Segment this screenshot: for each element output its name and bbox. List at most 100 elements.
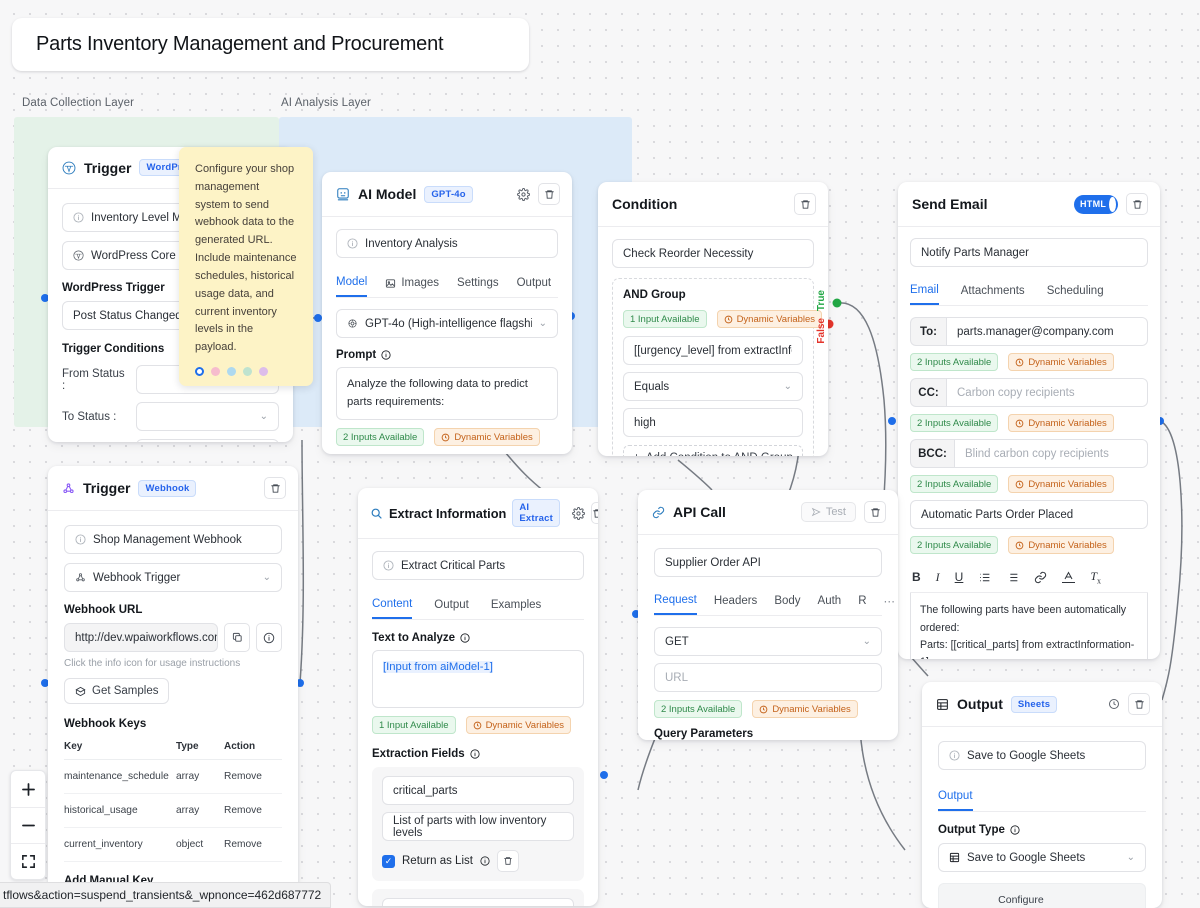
dynamic-variables-pill[interactable]: Dynamic Variables <box>434 428 540 446</box>
api-url-input[interactable]: URL <box>654 663 882 692</box>
email-tabs[interactable]: Email Attachments Scheduling <box>910 278 1148 306</box>
zoom-out-button[interactable] <box>11 807 45 843</box>
prompt-textarea[interactable]: Analyze the following data to predict pa… <box>336 367 558 420</box>
workflow-canvas[interactable]: Data Collection Layer AI Analysis Layer <box>0 0 1200 908</box>
tab-output[interactable]: Output <box>938 784 973 811</box>
bold-icon[interactable]: B <box>912 570 921 584</box>
post-type-select[interactable]: ⌄ <box>136 439 279 442</box>
ordered-list-icon[interactable] <box>978 571 991 584</box>
test-button[interactable]: Test <box>800 502 856 522</box>
delete-field-button[interactable] <box>496 850 519 872</box>
tab-response[interactable]: R <box>858 589 866 614</box>
api-name-field[interactable]: Supplier Order API <box>654 548 882 577</box>
tab-headers[interactable]: Headers <box>714 589 757 614</box>
add-condition-button[interactable]: + Add Condition to AND Group <box>623 445 803 456</box>
output-tabs[interactable]: Output <box>938 784 1146 812</box>
italic-icon[interactable]: I <box>936 570 940 585</box>
underline-icon[interactable]: U <box>955 570 964 584</box>
link-icon[interactable] <box>1034 571 1047 584</box>
remove-key-button[interactable]: Remove <box>224 793 282 828</box>
tab-body[interactable]: Body <box>774 589 800 614</box>
tab-auth[interactable]: Auth <box>818 589 842 614</box>
dynamic-variables-pill[interactable]: Dynamic Variables <box>752 700 858 718</box>
delete-node-button[interactable] <box>264 477 286 499</box>
to-input[interactable]: parts.manager@company.com <box>946 317 1148 346</box>
output-name-field[interactable]: Save to Google Sheets <box>938 741 1146 770</box>
node-condition[interactable]: Condition Check Reorder Necessity AND Gr… <box>598 182 828 456</box>
tooltip-dot-4[interactable] <box>243 366 252 376</box>
model-select[interactable]: GPT-4o (High-intelligence flagship model… <box>336 309 558 338</box>
node-extract-information[interactable]: Extract Information AI Extract Extract C… <box>358 488 598 906</box>
cc-input[interactable]: Carbon copy recipients <box>946 378 1148 407</box>
email-body-editor[interactable]: The following parts have been automatica… <box>910 593 1148 659</box>
output-type-select[interactable]: Save to Google Sheets ⌄ <box>938 843 1146 872</box>
tab-settings[interactable]: Settings <box>457 271 499 296</box>
tab-email[interactable]: Email <box>910 278 939 305</box>
node-send-email[interactable]: Send Email HTML Notify Parts Manager Ema… <box>898 182 1160 659</box>
node-ai-model[interactable]: AI Model GPT-4o Inventory Analysis Model <box>322 172 572 454</box>
extract-name-field[interactable]: Extract Critical Parts <box>372 551 584 580</box>
webhook-name-field[interactable]: Shop Management Webhook <box>64 525 282 554</box>
dynamic-variables-pill[interactable]: Dynamic Variables <box>1008 414 1114 432</box>
subject-input[interactable]: Automatic Parts Order Placed <box>910 500 1148 529</box>
webhook-trigger-select[interactable]: Webhook Trigger ⌄ <box>64 563 282 592</box>
canvas-zoom-controls[interactable] <box>10 770 46 880</box>
get-samples-button[interactable]: Get Samples <box>64 678 170 704</box>
tooltip-pagination[interactable] <box>195 366 297 376</box>
dynamic-variables-pill[interactable]: Dynamic Variables <box>1008 536 1114 554</box>
tooltip-dot-3[interactable] <box>227 366 236 376</box>
tooltip-dot-5[interactable] <box>259 366 268 376</box>
condition-name-field[interactable]: Check Reorder Necessity <box>612 239 814 268</box>
condition-left-operand[interactable]: [[urgency_level] from extractInformation… <box>623 336 803 365</box>
rich-text-toolbar[interactable]: B I U Tx <box>910 562 1148 594</box>
tab-model[interactable]: Model <box>336 270 368 297</box>
remove-key-button[interactable]: Remove <box>224 827 282 862</box>
http-method-select[interactable]: GET ⌄ <box>654 627 882 656</box>
field-name-input[interactable]: critical_parts <box>382 776 574 805</box>
tab-attachments[interactable]: Attachments <box>961 279 1025 304</box>
tab-images[interactable]: Images <box>385 271 439 296</box>
extract-tabs[interactable]: Content Output Examples <box>372 592 584 620</box>
copy-icon[interactable] <box>224 623 250 652</box>
remove-key-button[interactable]: Remove <box>224 759 282 794</box>
node-output[interactable]: Output Sheets Save to Google Sheets Outp… <box>922 682 1162 908</box>
node-webhook-trigger[interactable]: Trigger Webhook Shop Management Webhook … <box>48 466 298 896</box>
fit-screen-button[interactable] <box>11 843 45 879</box>
condition-right-operand[interactable]: high <box>623 408 803 437</box>
delete-node-button[interactable] <box>1128 693 1150 715</box>
tab-scheduling[interactable]: Scheduling <box>1047 279 1104 304</box>
node-api-call[interactable]: API Call Test Supplier Order API Request… <box>638 490 898 740</box>
tooltip-dot-2[interactable] <box>211 366 220 376</box>
onboarding-tooltip[interactable]: Configure your shop management system to… <box>179 147 313 386</box>
bcc-input[interactable]: Blind carbon copy recipients <box>954 439 1148 468</box>
tab-output[interactable]: Output <box>434 593 469 618</box>
field-description-input[interactable]: List of parts with low inventory levels <box>382 812 574 841</box>
text-color-icon[interactable] <box>1062 571 1076 584</box>
ai-model-tabs[interactable]: Model Images Settings Output <box>336 270 558 298</box>
bullet-list-icon[interactable] <box>1006 571 1019 584</box>
tab-content[interactable]: Content <box>372 592 413 619</box>
gear-icon[interactable] <box>517 187 530 201</box>
webhook-url-input[interactable]: http://dev.wpaiworkflows.com/wp-jso <box>64 623 218 652</box>
text-to-analyze-textarea[interactable]: [Input from aiModel-1] <box>372 650 584 708</box>
condition-operator-select[interactable]: Equals ⌄ <box>623 372 803 401</box>
dynamic-variables-pill[interactable]: Dynamic Variables <box>716 310 823 328</box>
dynamic-variables-pill[interactable]: Dynamic Variables <box>1008 353 1114 371</box>
tabs-overflow-icon[interactable]: ⋯ <box>884 588 896 615</box>
delete-node-button[interactable] <box>538 183 560 205</box>
dynamic-variables-pill[interactable]: Dynamic Variables <box>1008 475 1114 493</box>
html-mode-toggle[interactable]: HTML <box>1074 194 1118 214</box>
delete-node-button[interactable] <box>590 502 598 524</box>
delete-node-button[interactable] <box>864 501 886 523</box>
to-status-select[interactable]: ⌄ <box>136 402 279 431</box>
node-name-field[interactable]: Inventory Analysis <box>336 229 558 258</box>
tab-request[interactable]: Request <box>654 588 697 615</box>
gear-icon[interactable] <box>571 506 585 520</box>
tab-examples[interactable]: Examples <box>491 593 542 618</box>
delete-node-button[interactable] <box>794 193 816 215</box>
field-name-input[interactable]: reorder_quantities <box>382 898 574 906</box>
clear-format-icon[interactable]: Tx <box>1090 569 1101 585</box>
history-icon[interactable] <box>1108 698 1120 710</box>
info-icon[interactable] <box>256 623 282 652</box>
delete-node-button[interactable] <box>1126 193 1148 215</box>
